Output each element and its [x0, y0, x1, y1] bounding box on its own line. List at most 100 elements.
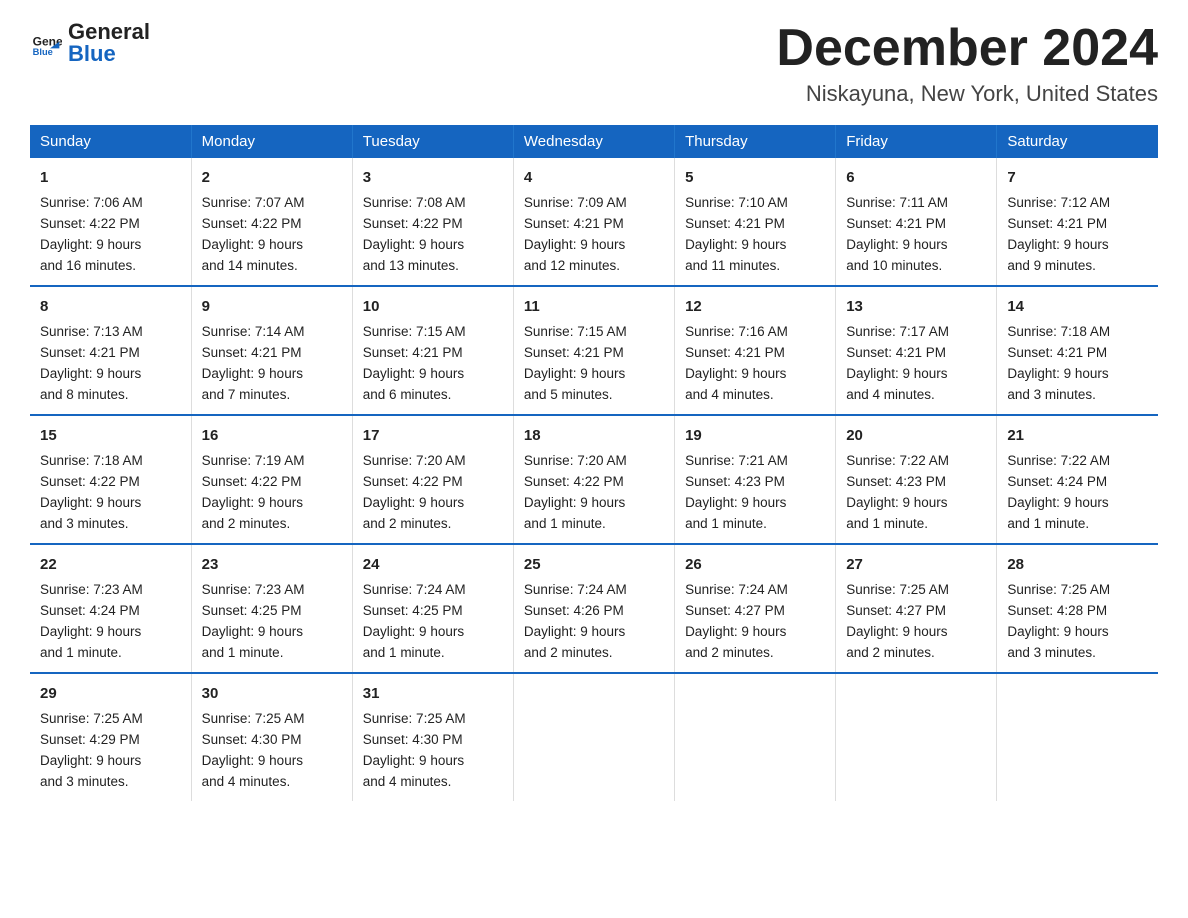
- logo-blue-text: Blue: [68, 42, 150, 66]
- calendar-cell: 9Sunrise: 7:14 AMSunset: 4:21 PMDaylight…: [191, 286, 352, 415]
- daylight-text: Daylight: 9 hours: [363, 495, 464, 510]
- daylight-text: Daylight: 9 hours: [1007, 624, 1108, 639]
- day-number: 9: [202, 295, 342, 318]
- calendar-cell: [997, 673, 1158, 801]
- day-number: 18: [524, 424, 664, 447]
- daylight-minutes-text: and 1 minute.: [846, 516, 928, 531]
- daylight-minutes-text: and 2 minutes.: [685, 645, 774, 660]
- col-saturday: Saturday: [997, 125, 1158, 158]
- sunrise-text: Sunrise: 7:15 AM: [363, 324, 466, 339]
- daylight-text: Daylight: 9 hours: [363, 753, 464, 768]
- sunrise-text: Sunrise: 7:08 AM: [363, 195, 466, 210]
- calendar-cell: 14Sunrise: 7:18 AMSunset: 4:21 PMDayligh…: [997, 286, 1158, 415]
- daylight-text: Daylight: 9 hours: [202, 624, 303, 639]
- sunrise-text: Sunrise: 7:13 AM: [40, 324, 143, 339]
- sunrise-text: Sunrise: 7:24 AM: [685, 582, 788, 597]
- day-number: 25: [524, 553, 664, 576]
- calendar-cell: [836, 673, 997, 801]
- day-number: 22: [40, 553, 181, 576]
- daylight-text: Daylight: 9 hours: [363, 237, 464, 252]
- sunset-text: Sunset: 4:22 PM: [363, 474, 463, 489]
- daylight-text: Daylight: 9 hours: [524, 237, 625, 252]
- sunrise-text: Sunrise: 7:20 AM: [524, 453, 627, 468]
- sunset-text: Sunset: 4:24 PM: [40, 603, 140, 618]
- calendar-cell: 8Sunrise: 7:13 AMSunset: 4:21 PMDaylight…: [30, 286, 191, 415]
- daylight-minutes-text: and 14 minutes.: [202, 258, 298, 273]
- day-number: 1: [40, 166, 181, 189]
- daylight-text: Daylight: 9 hours: [40, 495, 141, 510]
- col-thursday: Thursday: [675, 125, 836, 158]
- daylight-minutes-text: and 12 minutes.: [524, 258, 620, 273]
- sunrise-text: Sunrise: 7:24 AM: [524, 582, 627, 597]
- sunset-text: Sunset: 4:21 PM: [1007, 345, 1107, 360]
- sunset-text: Sunset: 4:21 PM: [685, 345, 785, 360]
- daylight-minutes-text: and 7 minutes.: [202, 387, 291, 402]
- sunset-text: Sunset: 4:25 PM: [202, 603, 302, 618]
- daylight-text: Daylight: 9 hours: [524, 624, 625, 639]
- sunrise-text: Sunrise: 7:25 AM: [40, 711, 143, 726]
- sunrise-text: Sunrise: 7:07 AM: [202, 195, 305, 210]
- title-block: December 2024 Niskayuna, New York, Unite…: [776, 20, 1158, 107]
- day-number: 15: [40, 424, 181, 447]
- sunrise-text: Sunrise: 7:21 AM: [685, 453, 788, 468]
- daylight-minutes-text: and 4 minutes.: [202, 774, 291, 789]
- calendar-cell: 11 Sunrise: 7:15 AM Sunset: 4:21 PM Dayligh…: [513, 286, 674, 415]
- day-number: 26: [685, 553, 825, 576]
- daylight-minutes-text: and 9 minutes.: [1007, 258, 1096, 273]
- logo-icon: General Blue: [30, 27, 62, 59]
- calendar-cell: 10Sunrise: 7:15 AMSunset: 4:21 PMDayligh…: [352, 286, 513, 415]
- day-number: 21: [1007, 424, 1148, 447]
- day-number: 24: [363, 553, 503, 576]
- sunset-text: Sunset: 4:25 PM: [363, 603, 463, 618]
- calendar-cell: 22Sunrise: 7:23 AMSunset: 4:24 PMDayligh…: [30, 544, 191, 673]
- daylight-text: Daylight: 9 hours: [846, 366, 947, 381]
- daylight-text: Daylight: 9 hours: [363, 366, 464, 381]
- calendar-cell: 24Sunrise: 7:24 AMSunset: 4:25 PMDayligh…: [352, 544, 513, 673]
- calendar-cell: 6Sunrise: 7:11 AMSunset: 4:21 PMDaylight…: [836, 158, 997, 286]
- sunset-text: Sunset: 4:22 PM: [40, 474, 140, 489]
- day-number: 31: [363, 682, 503, 705]
- sunrise-text: Sunrise: 7:25 AM: [1007, 582, 1110, 597]
- daylight-text: Daylight: 9 hours: [202, 495, 303, 510]
- sunset-text: Sunset: 4:21 PM: [846, 345, 946, 360]
- daylight-text: Daylight: 9 hours: [1007, 495, 1108, 510]
- calendar-header-row: Sunday Monday Tuesday Wednesday Thursday…: [30, 125, 1158, 158]
- daylight-text: Daylight: 9 hours: [40, 237, 141, 252]
- day-number: 3: [363, 166, 503, 189]
- sunrise-text: Sunrise: 7:15 AM: [524, 324, 627, 339]
- sunset-text: Sunset: 4:21 PM: [524, 345, 624, 360]
- daylight-minutes-text: and 10 minutes.: [846, 258, 942, 273]
- daylight-minutes-text: and 1 minute.: [685, 516, 767, 531]
- calendar-cell: 30Sunrise: 7:25 AMSunset: 4:30 PMDayligh…: [191, 673, 352, 801]
- sunset-text: Sunset: 4:26 PM: [524, 603, 624, 618]
- daylight-minutes-text: and 1 minute.: [524, 516, 606, 531]
- calendar-cell: 15 Sunrise: 7:18 AM Sunset: 4:22 PM Dayligh…: [30, 415, 191, 544]
- sunset-text: Sunset: 4:21 PM: [202, 345, 302, 360]
- sunrise-text: Sunrise: 7:06 AM: [40, 195, 143, 210]
- sunset-text: Sunset: 4:23 PM: [685, 474, 785, 489]
- sunset-text: Sunset: 4:21 PM: [685, 216, 785, 231]
- sunset-text: Sunset: 4:21 PM: [363, 345, 463, 360]
- day-number: 27: [846, 553, 986, 576]
- day-number: 8: [40, 295, 181, 318]
- logo: General Blue General Blue: [30, 20, 150, 66]
- daylight-minutes-text: and 3 minutes.: [40, 774, 129, 789]
- sunrise-text: Sunrise: 7:18 AM: [1007, 324, 1110, 339]
- day-number: 7: [1007, 166, 1148, 189]
- calendar-cell: 31Sunrise: 7:25 AMSunset: 4:30 PMDayligh…: [352, 673, 513, 801]
- col-wednesday: Wednesday: [513, 125, 674, 158]
- daylight-minutes-text: and 5 minutes.: [524, 387, 613, 402]
- day-number: 19: [685, 424, 825, 447]
- daylight-text: Daylight: 9 hours: [524, 366, 625, 381]
- sunset-text: Sunset: 4:27 PM: [685, 603, 785, 618]
- calendar-cell: 20Sunrise: 7:22 AMSunset: 4:23 PMDayligh…: [836, 415, 997, 544]
- daylight-text: Daylight: 9 hours: [685, 366, 786, 381]
- sunset-text: Sunset: 4:22 PM: [40, 216, 140, 231]
- daylight-text: Daylight: 9 hours: [524, 495, 625, 510]
- sunrise-text: Sunrise: 7:19 AM: [202, 453, 305, 468]
- day-number: 11: [524, 295, 664, 318]
- day-number: 13: [846, 295, 986, 318]
- sunrise-text: Sunrise: 7:18 AM: [40, 453, 143, 468]
- sunrise-text: Sunrise: 7:23 AM: [202, 582, 305, 597]
- sunrise-text: Sunrise: 7:24 AM: [363, 582, 466, 597]
